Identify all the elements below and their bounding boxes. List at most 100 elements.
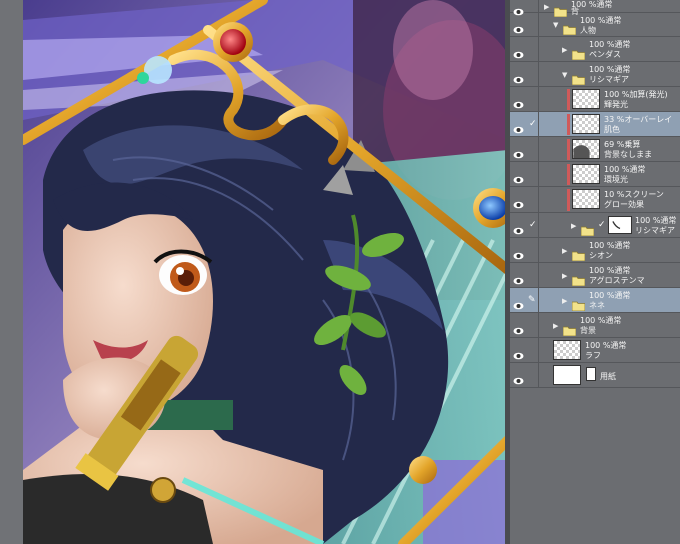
layer-blend-mode: 33 %オーバーレイ	[604, 115, 673, 124]
layer-row-jinbutsu[interactable]: ▼ 100 %通常 人物	[510, 13, 680, 37]
layer-row-glow[interactable]: 10 %スクリーン グロー効果	[510, 187, 680, 213]
visibility-eye-icon[interactable]	[513, 120, 524, 133]
layer-row-nene[interactable]: ✎ ▶ 100 %通常 ネネ	[510, 288, 680, 313]
edit-pen-icon: ✎	[528, 294, 536, 305]
clipping-indicator	[567, 164, 570, 185]
layer-lock-column[interactable]	[526, 37, 539, 62]
collapse-arrow-icon[interactable]: ▼	[553, 21, 561, 29]
paper-icon	[586, 367, 596, 381]
layer-thumbnail[interactable]	[572, 114, 600, 134]
layer-name: ペンダス	[589, 50, 621, 59]
clipping-indicator	[567, 139, 570, 160]
visibility-eye-icon[interactable]	[513, 321, 524, 334]
layer-row-haikei-nashi[interactable]: 69 %乗算 背景なしまま	[510, 137, 680, 162]
visibility-eye-icon[interactable]	[513, 20, 524, 34]
layer-thumbnail[interactable]	[553, 340, 581, 360]
visibility-eye-icon[interactable]	[513, 346, 524, 359]
expand-arrow-icon[interactable]: ▶	[544, 3, 552, 11]
layer-row-hakko[interactable]: 100 %加算(発光) 輝発光	[510, 87, 680, 112]
layer-name: グロー効果	[604, 200, 644, 209]
layer-row-rishimagia-inner[interactable]: ✓ ▶ ✓ 100 %通常 リシマギア	[510, 213, 680, 238]
visibility-eye-icon[interactable]	[513, 45, 524, 58]
visibility-eye-icon[interactable]	[513, 246, 524, 259]
layer-lock-column[interactable]	[526, 13, 539, 37]
layer-lock-column[interactable]	[526, 313, 539, 338]
layer-blend-mode: 10 %スクリーン	[604, 190, 664, 199]
canvas-area[interactable]	[0, 0, 508, 544]
layer-name: ラフ	[585, 351, 601, 360]
artwork-canvas[interactable]	[23, 0, 508, 544]
layer-blend-mode: 100 %通常	[589, 40, 631, 49]
layer-blend-mode: 100 %通常	[580, 16, 622, 25]
clipping-indicator	[567, 114, 570, 135]
layer-lock-column[interactable]	[526, 137, 539, 162]
layer-name: 肌色	[604, 125, 620, 134]
folder-icon	[562, 20, 577, 36]
folder-icon	[571, 296, 586, 311]
visibility-eye-icon[interactable]	[513, 296, 524, 309]
layer-thumbnail[interactable]	[572, 189, 600, 209]
layer-thumbnail[interactable]	[572, 89, 600, 109]
visibility-eye-icon[interactable]	[513, 2, 524, 15]
visibility-eye-icon[interactable]	[513, 145, 524, 158]
layer-row-hadairo[interactable]: ✓ 33 %オーバーレイ 肌色	[510, 112, 680, 137]
layer-name: 背景なしまま	[604, 150, 652, 159]
layer-name: 背景	[580, 326, 596, 335]
layer-row-rafu[interactable]: 100 %通常 ラフ	[510, 338, 680, 363]
visibility-eye-icon[interactable]	[513, 170, 524, 183]
expand-arrow-icon[interactable]: ▶	[562, 247, 570, 255]
layer-lock-column[interactable]	[526, 0, 539, 13]
folder-icon	[571, 70, 586, 85]
visibility-eye-icon[interactable]	[513, 195, 524, 209]
layer-name: リシマギア	[635, 226, 675, 235]
layer-row-kankyoko[interactable]: 100 %通常 環境光	[510, 162, 680, 187]
layer-name: 環境光	[604, 175, 628, 184]
visibility-eye-icon[interactable]	[513, 271, 524, 284]
expand-arrow-icon[interactable]: ▶	[562, 297, 570, 305]
layer-name: シオン	[589, 251, 613, 260]
expand-arrow-icon[interactable]: ▶	[571, 222, 579, 230]
layer-lock-column[interactable]	[526, 187, 539, 213]
expand-arrow-icon[interactable]: ▶	[562, 46, 570, 54]
layer-row-rishimagia[interactable]: ▼ 100 %通常 リシマギア	[510, 62, 680, 87]
visibility-eye-icon[interactable]	[513, 371, 524, 384]
layer-row-haikei[interactable]: ▶ 100 %通常 背景	[510, 313, 680, 338]
layer-lock-column[interactable]	[526, 62, 539, 87]
clipping-indicator	[567, 89, 570, 110]
layer-name: ネネ	[589, 301, 605, 310]
layer-row-agrostemma[interactable]: ▶ 100 %通常 アグロステンマ	[510, 263, 680, 288]
folder-icon	[571, 45, 586, 60]
layer-blend-mode: 100 %通常	[585, 341, 627, 350]
layer-lock-column[interactable]	[526, 162, 539, 187]
layer-blend-mode: 100 %通常	[604, 165, 646, 174]
layer-thumbnail[interactable]	[572, 139, 600, 159]
visibility-eye-icon[interactable]	[513, 221, 524, 234]
expand-arrow-icon[interactable]: ▶	[562, 272, 570, 280]
canvas-gutter	[0, 0, 23, 544]
folder-icon	[553, 2, 568, 17]
layer-name: アグロステンマ	[589, 276, 645, 285]
folder-icon	[571, 271, 586, 286]
layer-name: 人物	[580, 26, 596, 35]
expand-arrow-icon[interactable]: ▶	[553, 322, 561, 330]
layer-blend-mode: 100 %通常	[589, 291, 631, 300]
layer-lock-column[interactable]	[526, 263, 539, 288]
layer-blend-mode: 69 %乗算	[604, 140, 641, 149]
visibility-eye-icon[interactable]	[513, 95, 524, 108]
layer-lock-column[interactable]	[526, 363, 539, 388]
layer-row-bg-top[interactable]: ▶ 100 %通常背	[510, 0, 680, 17]
layer-blend-mode: 100 %通常	[589, 266, 631, 275]
layer-mask-thumbnail[interactable]	[608, 216, 632, 234]
layer-row-shion[interactable]: ▶ 100 %通常 シオン	[510, 238, 680, 263]
clip-check-icon: ✓	[529, 118, 537, 129]
layer-row-pendas[interactable]: ▶ 100 %通常 ペンダス	[510, 37, 680, 62]
layer-lock-column[interactable]	[526, 338, 539, 363]
layer-row-yoshi[interactable]: 用紙	[510, 363, 680, 388]
layer-lock-column[interactable]	[526, 238, 539, 263]
collapse-arrow-icon[interactable]: ▼	[562, 71, 570, 79]
layer-name: 用紙	[600, 371, 616, 381]
visibility-eye-icon[interactable]	[513, 70, 524, 83]
layer-thumbnail[interactable]	[572, 164, 600, 184]
layer-lock-column[interactable]	[526, 87, 539, 112]
layer-thumbnail[interactable]	[553, 365, 581, 385]
